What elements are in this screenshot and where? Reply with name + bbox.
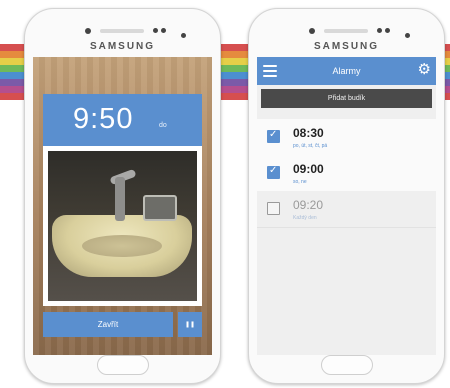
gear-icon[interactable]: ⚙: [418, 62, 431, 77]
alarm-toggle-checkbox[interactable]: [267, 202, 280, 215]
alarm-item-time: 09:20: [293, 198, 324, 212]
alarm-ringing-screen: 9:50 do Zavřít ❚❚: [33, 57, 212, 355]
sink-image: [52, 215, 192, 277]
pause-icon[interactable]: ❚❚: [178, 312, 202, 337]
alarm-time-panel: 9:50 do: [43, 94, 202, 146]
phone-ringing: SAMSUNG 9:50 do Zavřít ❚❚: [24, 8, 221, 384]
front-camera: [309, 28, 315, 34]
earpiece: [324, 29, 368, 33]
task-photo-frame: [43, 146, 202, 306]
alarm-item-time: 09:00: [293, 162, 324, 176]
earpiece: [100, 29, 144, 33]
app-header: Alarmy ⚙: [257, 57, 436, 85]
app-title: Alarmy: [332, 66, 361, 76]
alarm-item-days: po, út, st, čt, pá: [293, 143, 328, 149]
check-icon: ✓: [269, 165, 278, 176]
alarm-item[interactable]: ✓ 08:30 po, út, st, čt, pá: [257, 119, 436, 156]
brand-logo: SAMSUNG: [313, 41, 380, 52]
alarm-item[interactable]: ✓ 09:00 so, ne: [257, 155, 436, 192]
alarm-toggle-checkbox[interactable]: ✓: [267, 129, 280, 143]
soap-dish: [143, 195, 177, 221]
phone-alarm-list: SAMSUNG Alarmy ⚙ Přidat budík ✓ 08:30 po…: [248, 8, 445, 384]
alarm-item[interactable]: 09:20 Každý den: [257, 191, 436, 228]
close-button[interactable]: Zavřít: [43, 312, 173, 337]
front-camera: [85, 28, 91, 34]
front-camera-lens: [405, 33, 410, 38]
alarm-item-days: so, ne: [293, 179, 307, 185]
home-button[interactable]: [321, 355, 373, 375]
alarm-item-time: 08:30: [293, 126, 324, 140]
front-camera-lens: [181, 33, 186, 38]
sensor: [377, 28, 382, 33]
sink-basin: [82, 235, 162, 257]
alarm-list-screen: Alarmy ⚙ Přidat budík ✓ 08:30 po, út, st…: [257, 57, 436, 355]
sensor: [385, 28, 390, 33]
sensor: [153, 28, 158, 33]
sensor: [161, 28, 166, 33]
check-icon: ✓: [269, 129, 278, 140]
brand-logo: SAMSUNG: [89, 41, 156, 52]
alarm-time: 9:50: [73, 103, 134, 135]
faucet-body: [115, 177, 125, 221]
add-alarm-button[interactable]: Přidat budík: [261, 89, 432, 108]
home-button[interactable]: [97, 355, 149, 375]
alarm-ampm: do: [159, 122, 167, 129]
alarm-toggle-checkbox[interactable]: ✓: [267, 165, 280, 179]
alarm-item-days: Každý den: [293, 215, 317, 221]
task-photo: [48, 151, 197, 301]
